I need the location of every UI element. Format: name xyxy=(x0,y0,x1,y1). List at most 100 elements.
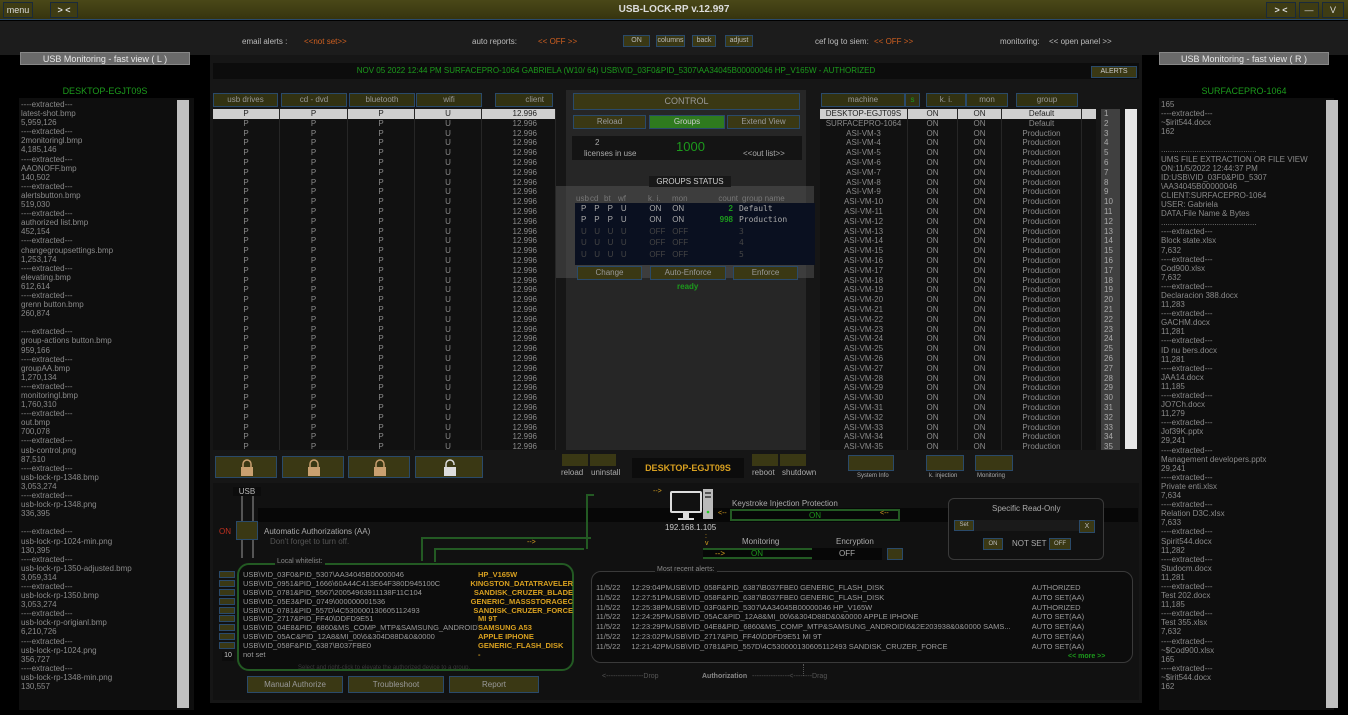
machine-row[interactable]: ASI-VM-18 ON ON Production xyxy=(820,275,1096,286)
right-fast-view-header[interactable]: USB Monitoring - fast view ( R ) xyxy=(1159,52,1329,65)
left-scrollbar[interactable] xyxy=(177,100,189,708)
device-table-row[interactable]: P P P U 12.996 xyxy=(213,265,556,276)
machine-row[interactable]: ASI-VM-10 ON ON Production xyxy=(820,197,1096,207)
device-table-row[interactable]: P P P U 12.996 xyxy=(213,334,556,345)
device-table-row[interactable]: P P P U 12.996 xyxy=(213,344,556,354)
col-usb-drives[interactable]: usb drives xyxy=(213,93,278,107)
shutdown-button[interactable] xyxy=(780,454,806,466)
enforce-button[interactable]: Enforce xyxy=(733,266,798,280)
whitelist-row-button[interactable] xyxy=(219,588,235,596)
back-button[interactable]: back xyxy=(692,35,716,47)
machine-row[interactable]: ASI-VM-26 ON ON Production xyxy=(820,353,1096,364)
usb-lock-button[interactable] xyxy=(215,456,277,478)
machine-row[interactable]: ASI-VM-11 ON ON Production xyxy=(820,206,1096,217)
alert-row[interactable]: 11/5/22 12:23:29PM USB\VID_04E8&PID_6860&M… xyxy=(596,622,1128,632)
machine-row[interactable]: ASI-VM-3 ON ON Production xyxy=(820,128,1096,139)
col-client[interactable]: client xyxy=(495,93,553,107)
col-cd-dvd[interactable]: cd - dvd xyxy=(281,93,347,107)
col-wifi[interactable]: wifi xyxy=(416,93,482,107)
machine-row[interactable]: ASI-VM-21 ON ON Production xyxy=(820,304,1096,315)
machine-row[interactable]: ASI-VM-9 ON ON Production xyxy=(820,187,1096,198)
reload-client-button[interactable] xyxy=(562,454,588,466)
machine-row[interactable]: ASI-VM-27 ON ON Production xyxy=(820,363,1096,374)
open-panel-link[interactable]: << open panel >> xyxy=(1049,37,1112,46)
machine-row[interactable]: DESKTOP-EGJT09S ON ON Default xyxy=(820,109,1096,119)
machine-row[interactable]: ASI-VM-35 ON ON Production xyxy=(820,442,1096,450)
on-button[interactable]: ON xyxy=(623,35,650,47)
whitelist-row-button[interactable] xyxy=(219,571,235,578)
machine-row[interactable]: ASI-VM-17 ON ON Production xyxy=(820,265,1096,276)
whitelist-row[interactable]: USB\VID_0781&PID_557D\4C5300001306051124… xyxy=(243,606,573,616)
groups-status-row[interactable]: U U U U OFF OFF 3 xyxy=(575,226,815,237)
whitelist-row[interactable]: USB\VID_058F&PID_6387\B037FBE0 GENERIC_FL… xyxy=(243,641,573,651)
reboot-button[interactable] xyxy=(752,454,778,466)
col-ki[interactable]: k. i. xyxy=(926,93,966,107)
device-table-row[interactable]: P P P U 12.996 xyxy=(213,393,556,403)
alert-row[interactable]: 11/5/22 12:23:02PM USB\VID_2717&PID_FF40\D… xyxy=(596,632,1128,642)
change-button[interactable]: Change xyxy=(577,266,642,280)
device-table-row[interactable]: P P P U 12.996 xyxy=(213,353,556,364)
machine-row[interactable]: ASI-VM-31 ON ON Production xyxy=(820,402,1096,413)
device-table-row[interactable]: P P P U 12.996 xyxy=(213,128,556,139)
close-button[interactable]: V xyxy=(1322,2,1344,18)
device-table-row[interactable]: P P P U 12.996 xyxy=(213,118,556,129)
machine-row[interactable]: ASI-VM-4 ON ON Production xyxy=(820,138,1096,149)
machine-row[interactable]: ASI-VM-19 ON ON Production xyxy=(820,285,1096,296)
machine-row[interactable]: ASI-VM-16 ON ON Production xyxy=(820,255,1096,266)
device-table-row[interactable]: P P P U 12.996 xyxy=(213,187,556,198)
machine-row[interactable]: ASI-VM-14 ON ON Production xyxy=(820,236,1096,247)
whitelist-row-button[interactable] xyxy=(219,642,235,650)
email-alerts-value[interactable]: <<not set>> xyxy=(304,37,347,46)
machine-row[interactable]: ASI-VM-23 ON ON Production xyxy=(820,324,1096,335)
machine-row[interactable]: ASI-VM-30 ON ON Production xyxy=(820,393,1096,403)
manual-authorize-button[interactable]: Manual Authorize xyxy=(247,676,343,693)
device-table-row[interactable]: P P P U 12.996 xyxy=(213,412,556,423)
machine-table-scrollbar[interactable] xyxy=(1125,109,1137,449)
device-table-row[interactable]: P P P U 12.996 xyxy=(213,314,556,325)
auto-enforce-button[interactable]: Auto-Enforce xyxy=(650,266,726,280)
machine-row[interactable]: ASI-VM-22 ON ON Production xyxy=(820,314,1096,325)
machine-row[interactable]: ASI-VM-24 ON ON Production xyxy=(820,334,1096,345)
reload-button[interactable]: Reload xyxy=(573,115,646,129)
machine-row[interactable]: ASI-VM-20 ON ON Production xyxy=(820,295,1096,305)
minimize-button[interactable]: — xyxy=(1299,2,1319,18)
device-table-row[interactable]: P P P U 12.996 xyxy=(213,148,556,158)
bluetooth-lock-button[interactable] xyxy=(348,456,410,478)
device-table-row[interactable]: P P P U 12.996 xyxy=(213,216,556,227)
device-table-row[interactable]: P P P U 12.996 xyxy=(213,255,556,266)
alert-row[interactable]: 11/5/22 12:27:51PM USB\VID_058F&PID_6387\B… xyxy=(596,593,1128,603)
adjust-button[interactable]: adjust xyxy=(725,35,753,47)
col-bluetooth[interactable]: bluetooth xyxy=(349,93,415,107)
device-table-row[interactable]: P P P U 12.996 xyxy=(213,275,556,286)
device-table-row[interactable]: P P P U 12.996 xyxy=(213,109,556,119)
k-injection-button[interactable] xyxy=(926,455,964,471)
aa-toggle-button[interactable] xyxy=(236,521,258,540)
device-table-row[interactable]: P P P U 12.996 xyxy=(213,236,556,247)
read-only-clear-button[interactable]: X xyxy=(1079,520,1095,533)
machine-row[interactable]: ASI-VM-13 ON ON Production xyxy=(820,226,1096,237)
troubleshoot-button[interactable]: Troubleshoot xyxy=(348,676,444,693)
col-group[interactable]: group xyxy=(1016,93,1078,107)
monitoring-button[interactable] xyxy=(975,455,1013,471)
machine-row[interactable]: ASI-VM-6 ON ON Production xyxy=(820,157,1096,168)
device-table-row[interactable]: P P P U 12.996 xyxy=(213,206,556,217)
machine-row[interactable]: ASI-VM-15 ON ON Production xyxy=(820,246,1096,256)
report-button[interactable]: Report xyxy=(449,676,539,693)
machine-row[interactable]: ASI-VM-7 ON ON Production xyxy=(820,167,1096,178)
read-only-on-button[interactable]: ON xyxy=(983,538,1003,550)
device-table-row[interactable]: P P P U 12.996 xyxy=(213,157,556,168)
cef-log-value[interactable]: << OFF >> xyxy=(874,37,913,46)
machine-row[interactable]: ASI-VM-8 ON ON Production xyxy=(820,177,1096,188)
machine-row[interactable]: ASI-VM-12 ON ON Production xyxy=(820,216,1096,227)
alert-row[interactable]: 11/5/22 12:21:42PM USB\VID_0781&PID_557D\4… xyxy=(596,642,1128,652)
device-table-row[interactable]: P P P U 12.996 xyxy=(213,422,556,433)
groups-button[interactable]: Groups xyxy=(649,115,725,129)
extend-view-button[interactable]: Extend View xyxy=(727,115,800,129)
machine-row[interactable]: ASI-VM-28 ON ON Production xyxy=(820,373,1096,384)
groups-status-row[interactable]: U U U U OFF OFF 4 xyxy=(575,237,815,248)
whitelist-row-button[interactable] xyxy=(219,606,235,614)
whitelist-row-button[interactable] xyxy=(219,597,235,605)
more-alerts-link[interactable]: << more >> xyxy=(1068,653,1105,660)
read-only-set-button[interactable]: Set xyxy=(954,520,974,531)
encryption-toggle[interactable] xyxy=(887,548,903,560)
